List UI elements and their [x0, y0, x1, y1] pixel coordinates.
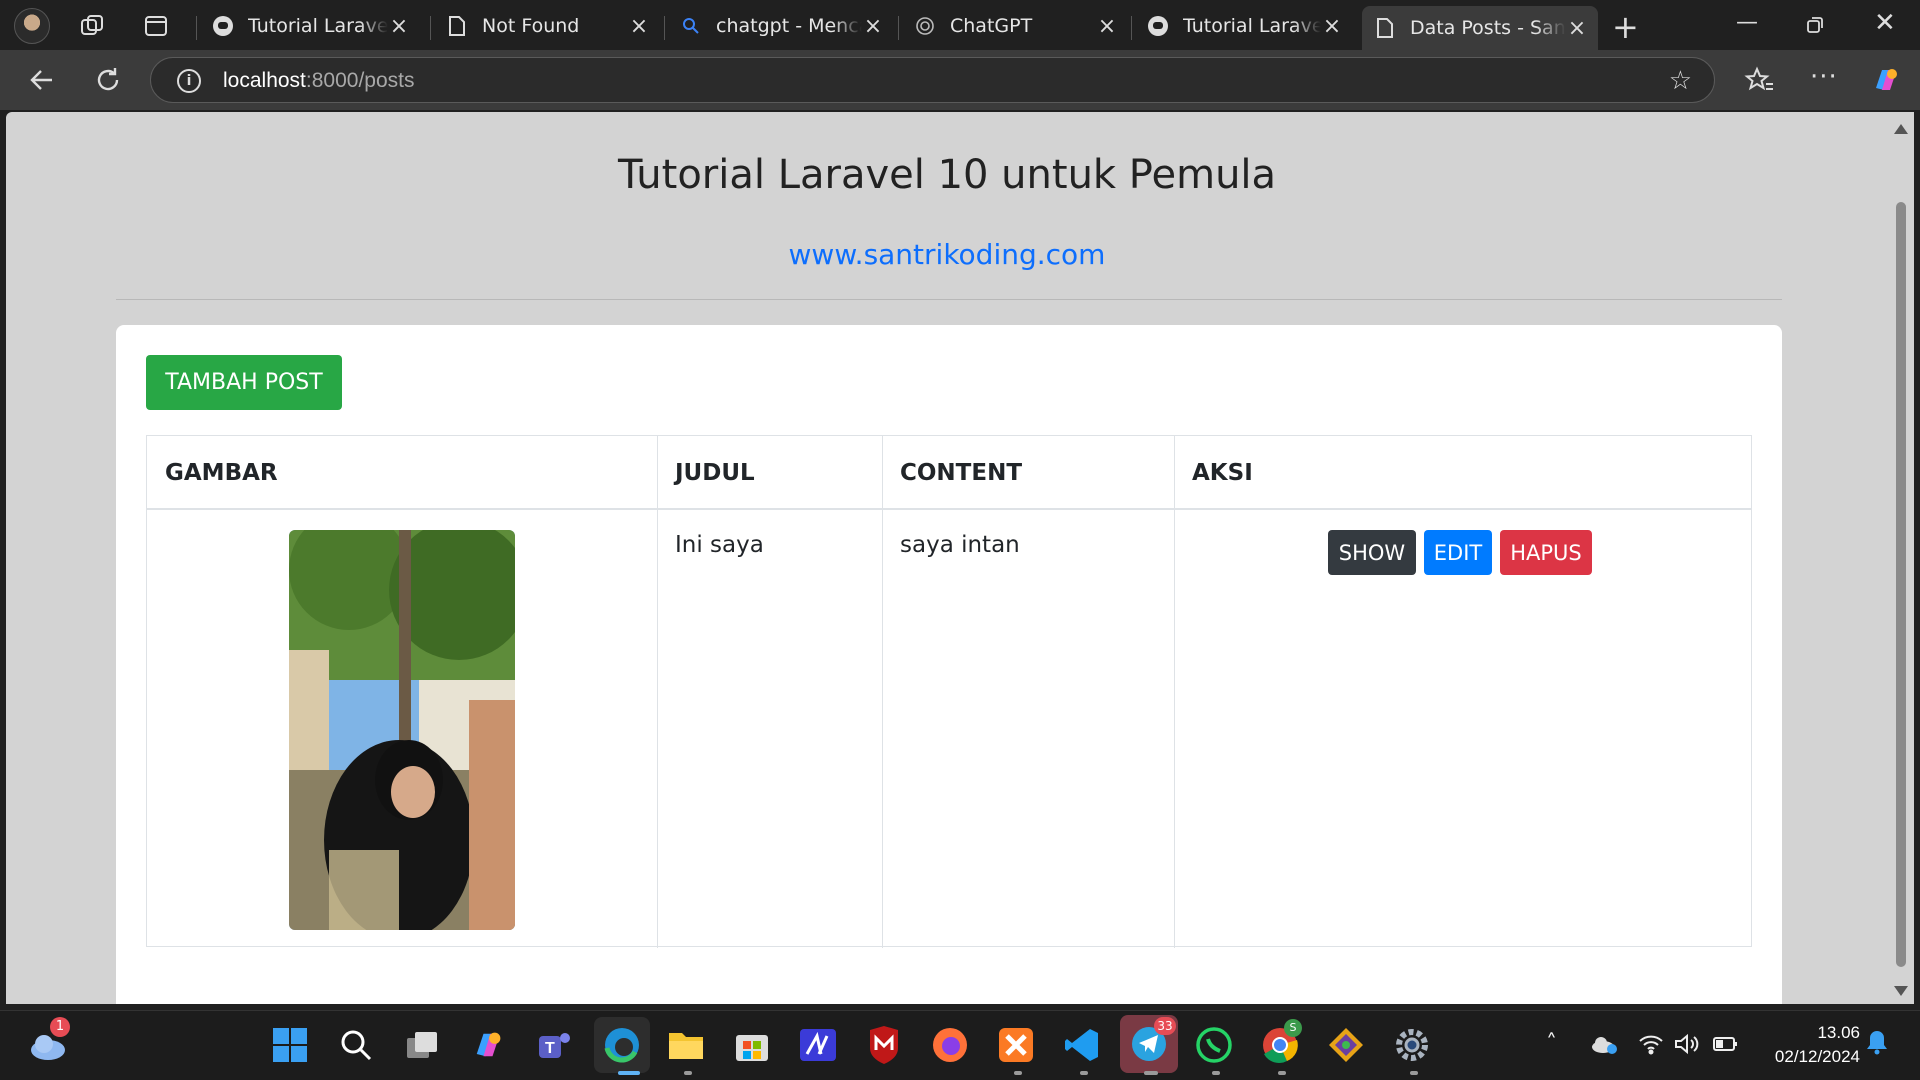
close-icon[interactable]: × — [1566, 16, 1588, 41]
site-link[interactable]: www.santrikoding.com — [6, 238, 1888, 271]
page-icon — [1374, 17, 1396, 39]
tab-title: ChatGPT — [950, 15, 1033, 37]
show-button[interactable]: SHOW — [1328, 530, 1416, 575]
onedrive-icon[interactable] — [1590, 1033, 1618, 1060]
restore-button[interactable] — [1806, 16, 1824, 34]
taskbar: 1 T 33 S ˄ 13.06 02/12/2024 — [0, 1010, 1920, 1080]
tab-not-found[interactable]: Not Found × — [434, 6, 660, 46]
battery-icon[interactable] — [1712, 1033, 1738, 1060]
close-icon[interactable]: × — [1096, 14, 1118, 39]
search-icon — [680, 15, 702, 37]
close-window-button[interactable]: ✕ — [1874, 8, 1896, 38]
tab-tutorial-laravel-9[interactable]: Tutorial Laravel 9 × — [200, 6, 420, 46]
chevron-up-icon[interactable]: ˄ — [1546, 1031, 1557, 1056]
minimize-button[interactable]: — — [1736, 10, 1758, 35]
vscode-icon[interactable] — [1060, 1023, 1104, 1067]
page-icon — [446, 15, 468, 37]
mcafee-icon[interactable] — [862, 1023, 906, 1067]
tab-title: Not Found — [482, 15, 580, 37]
close-icon[interactable]: × — [862, 14, 884, 39]
copilot-icon[interactable] — [1870, 64, 1902, 96]
new-tab-button[interactable]: + — [1612, 8, 1639, 46]
tab-bar: Tutorial Laravel 9 × Not Found × chatgpt… — [0, 0, 1920, 50]
close-icon[interactable]: × — [628, 14, 650, 39]
post-image — [289, 530, 515, 930]
favorite-star-icon[interactable]: ☆ — [1669, 66, 1692, 96]
weather-badge: 1 — [50, 1017, 70, 1037]
chatgpt-icon — [914, 15, 936, 37]
telegram-icon[interactable]: 33 — [1120, 1015, 1178, 1073]
firefox-icon[interactable] — [928, 1023, 972, 1067]
app-icon[interactable] — [796, 1023, 840, 1067]
profile-avatar[interactable] — [14, 8, 50, 44]
web-icon — [212, 15, 234, 37]
add-post-button[interactable]: TAMBAH POST — [146, 355, 342, 410]
weather-icon[interactable]: 1 — [26, 1017, 70, 1067]
divider — [116, 299, 1782, 300]
navigation-bar: i localhost:8000/posts ☆ ··· — [0, 50, 1920, 110]
posts-card: TAMBAH POST GAMBAR JUDUL CONTENT AKSI In… — [116, 325, 1782, 1004]
git-app-icon[interactable] — [1324, 1023, 1368, 1067]
start-icon[interactable] — [268, 1023, 312, 1067]
back-icon[interactable] — [26, 64, 58, 96]
column-header-aksi: AKSI — [1174, 436, 1752, 510]
tab-data-posts[interactable]: Data Posts - Santri × — [1362, 6, 1598, 50]
column-header-judul: JUDUL — [657, 436, 882, 510]
workspaces-icon[interactable] — [78, 12, 106, 40]
close-icon[interactable]: × — [1321, 14, 1343, 39]
url-text[interactable]: localhost:8000/posts — [223, 69, 414, 93]
vertical-scrollbar[interactable] — [1888, 112, 1914, 1004]
file-explorer-icon[interactable] — [664, 1023, 708, 1067]
tab-actions-icon[interactable] — [142, 12, 170, 40]
chrome-icon[interactable]: S — [1258, 1019, 1302, 1067]
whatsapp-icon[interactable] — [1192, 1023, 1236, 1067]
page-title: Tutorial Laravel 10 untuk Pemula — [617, 152, 1277, 198]
scroll-up-arrow[interactable] — [1894, 124, 1908, 134]
refresh-icon[interactable] — [92, 64, 124, 96]
posts-table: GAMBAR JUDUL CONTENT AKSI Ini saya saya … — [146, 435, 1752, 948]
page-viewport: Tutorial Laravel 10 untuk Pemula www.san… — [6, 112, 1888, 1004]
tab-title: Tutorial Laravel 9 — [248, 15, 388, 37]
scroll-down-arrow[interactable] — [1894, 986, 1908, 996]
tab-chatgpt[interactable]: ChatGPT × — [902, 6, 1128, 46]
notification-bell-icon[interactable] — [1866, 1029, 1888, 1060]
clock-date: 02/12/2024 — [1774, 1047, 1860, 1066]
clock-time: 13.06 — [1817, 1023, 1860, 1042]
close-icon[interactable]: × — [388, 14, 410, 39]
post-judul: Ini saya — [675, 532, 764, 558]
tab-title: Tutorial Laravel 10 — [1183, 15, 1321, 37]
address-bar[interactable]: i localhost:8000/posts ☆ — [150, 57, 1715, 103]
settings-gear-icon[interactable] — [1390, 1023, 1434, 1067]
teams-icon[interactable]: T — [532, 1023, 576, 1067]
column-header-content: CONTENT — [882, 436, 1174, 510]
search-icon[interactable] — [334, 1023, 378, 1067]
scroll-thumb[interactable] — [1896, 202, 1906, 967]
system-clock[interactable]: 13.06 02/12/2024 — [1775, 1021, 1860, 1069]
web-icon — [1147, 15, 1169, 37]
telegram-badge: 33 — [1154, 1017, 1176, 1035]
favorites-icon[interactable] — [1744, 64, 1776, 96]
task-view-icon[interactable] — [400, 1023, 444, 1067]
info-icon[interactable]: i — [177, 69, 201, 93]
post-content: saya intan — [900, 532, 1020, 558]
url-host: localhost — [223, 69, 306, 92]
wifi-icon[interactable] — [1638, 1033, 1664, 1060]
store-icon[interactable] — [730, 1023, 774, 1067]
chrome-profile-badge: S — [1284, 1019, 1302, 1037]
url-path: :8000/posts — [305, 69, 415, 92]
tab-title: chatgpt - Mencari — [716, 15, 862, 37]
tab-chatgpt-search[interactable]: chatgpt - Mencari × — [668, 6, 894, 46]
tab-title: Data Posts - Santri — [1410, 17, 1566, 39]
column-header-gambar: GAMBAR — [147, 436, 657, 510]
edge-icon[interactable] — [594, 1017, 650, 1073]
more-icon[interactable]: ··· — [1810, 62, 1842, 94]
tab-tutorial-laravel-10[interactable]: Tutorial Laravel 10 × — [1135, 6, 1353, 46]
edit-button[interactable]: EDIT — [1424, 530, 1492, 575]
svg-text:T: T — [545, 1040, 555, 1057]
copilot-icon[interactable] — [466, 1023, 510, 1067]
delete-button[interactable]: HAPUS — [1500, 530, 1592, 575]
volume-icon[interactable] — [1674, 1033, 1700, 1060]
xampp-icon[interactable] — [994, 1023, 1038, 1067]
